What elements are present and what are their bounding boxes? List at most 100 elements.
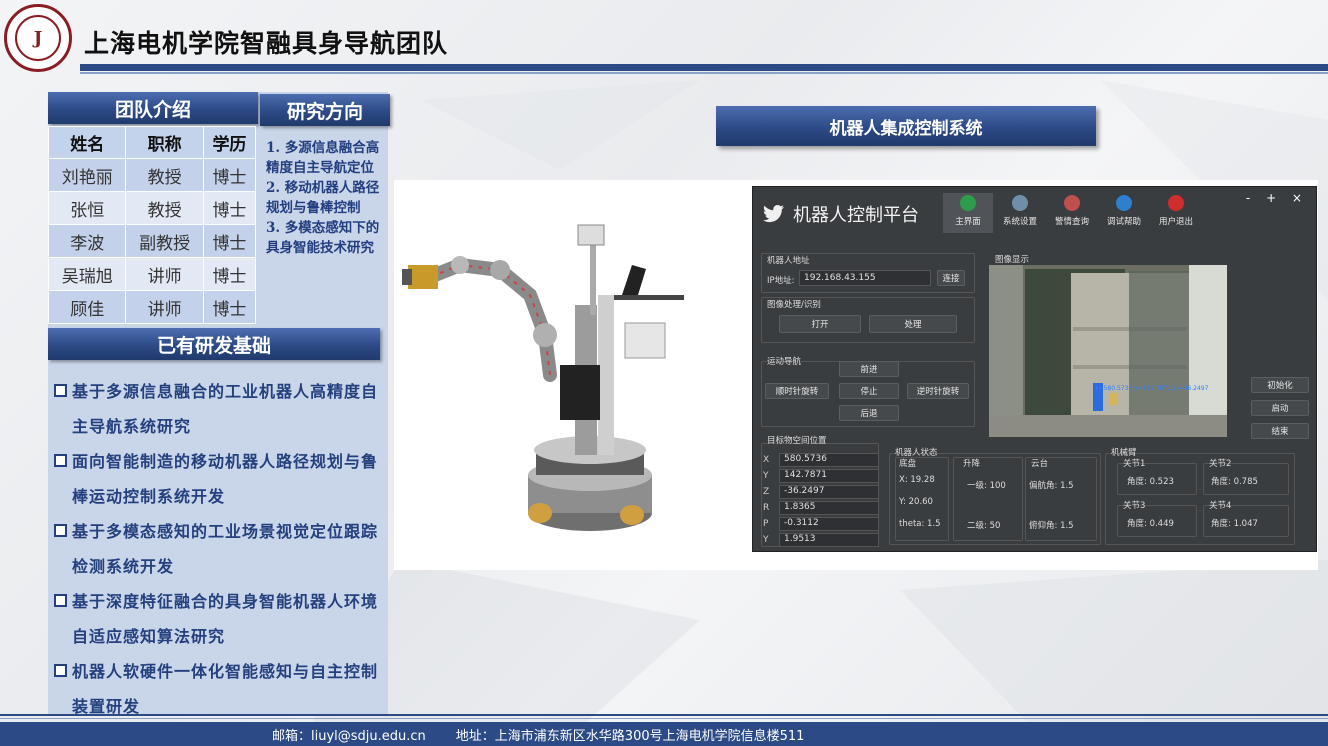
list-item-text: 基于多源信息融合的工业机器人高精度自主导航系统研究	[72, 382, 379, 436]
table-row: 张恒 教授 博士	[47, 191, 257, 225]
coord-value[interactable]: 142.7871	[779, 469, 879, 483]
open-button[interactable]: 打开	[779, 315, 861, 333]
joint-value: 角度: 0.785	[1211, 477, 1258, 487]
footer-divider-thin	[0, 718, 1328, 719]
coord-value[interactable]: 1.9513	[779, 533, 879, 547]
group-label: 运动导航	[767, 357, 802, 367]
joint-name: 关节4	[1209, 501, 1232, 511]
coord-key: Z	[763, 487, 770, 497]
checkbox-icon	[54, 524, 67, 537]
coord-key: Y	[763, 471, 769, 481]
team-table: 姓名 职称 学历 刘艳丽 教授 博士 张恒 教授 博士 李波 副教授 博士 吴瑞…	[47, 126, 257, 324]
coord-value[interactable]: -36.2497	[779, 485, 879, 499]
list-item: 基于多模态感知的工业场景视觉定位跟踪检测系统开发	[54, 514, 384, 584]
joint-value: 角度: 0.449	[1127, 519, 1174, 529]
tab-alarm-query[interactable]: 警情查询	[1047, 193, 1097, 233]
lift-1: 一级: 100	[967, 481, 1006, 491]
research-item: 1. 多源信息融合高精度自主导航定位	[266, 140, 380, 176]
joint-name: 关节2	[1209, 459, 1232, 469]
end-button[interactable]: 结束	[1251, 423, 1309, 439]
platform-title-text: 机器人控制平台	[793, 205, 919, 226]
system-heading: 机器人集成控制系统	[716, 106, 1096, 146]
foundation-list: 基于多源信息融合的工业机器人高精度自主导航系统研究 面向智能制造的移动机器人路径…	[54, 374, 384, 724]
lift-2: 二级: 50	[967, 521, 1001, 531]
connect-button[interactable]: 连接	[937, 270, 965, 286]
group-label: 图像处理/识别	[767, 300, 821, 310]
coord-key: X	[763, 455, 770, 465]
cell: 博士	[202, 224, 257, 258]
cell: 讲师	[125, 290, 204, 324]
coord-row: P -0.3112	[763, 517, 879, 531]
research-item: 2. 移动机器人路径规划与鲁棒控制	[266, 180, 380, 216]
ip-field[interactable]: 192.168.43.155	[799, 270, 931, 286]
logo-emblem: J	[15, 15, 61, 61]
base-label: 底盘	[899, 459, 917, 469]
checkbox-icon	[54, 664, 67, 677]
cell: 教授	[125, 158, 204, 192]
footer-email: 邮箱：liuyl@sdju.edu.cn	[272, 728, 426, 744]
image-display-label: 图像显示	[995, 255, 1030, 265]
bird-icon	[763, 205, 784, 223]
cell: 博士	[202, 257, 257, 291]
list-item-text: 基于深度特征融合的具身智能机器人环境自适应感知算法研究	[72, 592, 379, 646]
tab-label: 主界面	[955, 217, 981, 227]
list-item: 面向智能制造的移动机器人路径规划与鲁棒运动控制系统开发	[54, 444, 384, 514]
team-heading: 团队介绍	[48, 92, 258, 124]
rotate-cw-button[interactable]: 顺时针旋转	[765, 383, 829, 399]
footer-divider	[0, 714, 1328, 716]
joint-name: 关节1	[1123, 459, 1146, 469]
coord-value[interactable]: 580.5736	[779, 453, 879, 467]
cell: 顾佳	[47, 290, 127, 324]
table-row: 吴瑞旭 讲师 博士	[47, 257, 257, 291]
base-theta: theta: 1.5	[899, 519, 941, 529]
lift-label: 升降	[963, 459, 981, 469]
init-button[interactable]: 初始化	[1251, 377, 1309, 393]
page-title: 上海电机学院智融具身导航团队	[84, 29, 449, 58]
back-button[interactable]: 后退	[839, 405, 899, 421]
cell: 教授	[125, 191, 204, 225]
rotate-ccw-button[interactable]: 逆时针旋转	[907, 383, 969, 399]
tab-logout[interactable]: 用户退出	[1151, 193, 1201, 233]
ptz-yaw: 偏航角: 1.5	[1029, 481, 1074, 491]
tab-label: 调试帮助	[1106, 217, 1141, 227]
tab-settings[interactable]: 系统设置	[995, 193, 1045, 233]
col-name: 姓名	[47, 126, 127, 159]
footer-address: 地址：上海市浦东新区水华路300号上海电机学院信息楼511	[455, 728, 805, 744]
window-controls[interactable]: - + ×	[1246, 191, 1308, 205]
process-button[interactable]: 处理	[869, 315, 957, 333]
ptz-pitch: 俯仰角: 1.5	[1029, 521, 1074, 531]
power-icon	[1168, 195, 1184, 211]
start-button[interactable]: 启动	[1251, 400, 1309, 416]
joint-value: 角度: 1.047	[1211, 519, 1258, 529]
tab-main[interactable]: 主界面	[943, 193, 993, 233]
list-item-text: 机器人软硬件一体化智能感知与自主控制装置研发	[72, 662, 379, 716]
stop-button[interactable]: 停止	[839, 383, 899, 399]
joint-value: 角度: 0.523	[1127, 477, 1174, 487]
cell: 刘艳丽	[47, 158, 127, 192]
group-label: 机器人地址	[767, 256, 810, 266]
tab-debug-help[interactable]: 调试帮助	[1099, 193, 1149, 233]
research-item: 3. 多模态感知下的具身智能技术研究	[266, 220, 380, 256]
detection-overlay: x=580.5736,y=142.7871,z=-36.2497	[1095, 385, 1209, 392]
person-icon	[1116, 195, 1132, 211]
table-row: 李波 副教授 博士	[47, 224, 257, 258]
col-title: 职称	[125, 126, 204, 159]
tab-label: 用户退出	[1158, 217, 1193, 227]
foundation-heading: 已有研发基础	[48, 328, 380, 360]
checkbox-icon	[54, 594, 67, 607]
list-item: 基于多源信息融合的工业机器人高精度自主导航系统研究	[54, 374, 384, 444]
cell: 讲师	[125, 257, 204, 291]
cell: 张恒	[47, 191, 127, 225]
coord-row: X 580.5736	[763, 453, 879, 467]
research-list: 1. 多源信息融合高精度自主导航定位 2. 移动机器人路径规划与鲁棒控制 3. …	[266, 138, 390, 258]
gear-icon	[1012, 195, 1028, 211]
forward-button[interactable]: 前进	[839, 361, 899, 377]
cell: 吴瑞旭	[47, 257, 127, 291]
table-row: 顾佳 讲师 博士	[47, 290, 257, 324]
coord-value[interactable]: -0.3112	[779, 517, 879, 531]
cell: 博士	[202, 290, 257, 324]
search-icon	[1064, 195, 1080, 211]
checkbox-icon	[54, 384, 67, 397]
coord-value[interactable]: 1.8365	[779, 501, 879, 515]
cell: 李波	[47, 224, 127, 258]
